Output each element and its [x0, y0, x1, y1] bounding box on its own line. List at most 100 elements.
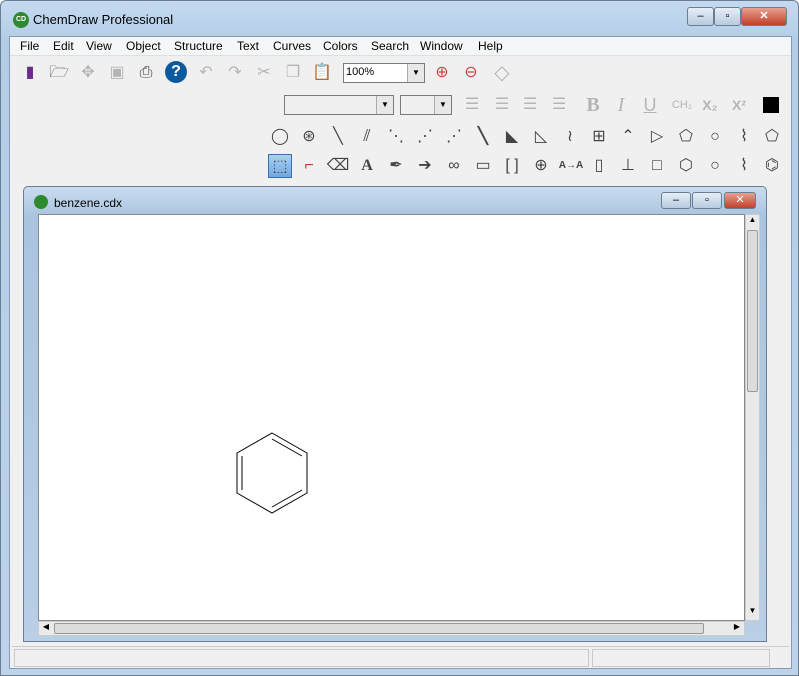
align-left-icon[interactable]: ☰ [460, 93, 484, 117]
bold-bond-icon[interactable]: ╲ [471, 125, 495, 149]
undo-icon[interactable]: ↶ [194, 61, 218, 85]
horizontal-scrollbar[interactable]: ◀ ▶ [38, 621, 745, 636]
menu-edit[interactable]: Edit [53, 39, 74, 53]
paste-icon[interactable]: 📋 [310, 61, 334, 85]
dashed-bond-icon[interactable]: ⋱ [384, 125, 408, 149]
color-swatch[interactable] [763, 97, 779, 113]
template-icon[interactable]: ✥ [76, 61, 100, 85]
client-area: File Edit View Object Structure Text Cur… [9, 36, 792, 669]
brackets-icon[interactable]: [ ] [500, 154, 524, 178]
menu-file[interactable]: File [20, 39, 39, 53]
tlc-plate-icon[interactable]: ▯ [587, 154, 611, 178]
scroll-left-icon[interactable]: ◀ [39, 622, 53, 631]
minimize-button[interactable]: – [687, 7, 714, 26]
scroll-right-icon[interactable]: ▶ [730, 622, 744, 631]
scroll-down-icon[interactable]: ▼ [746, 606, 759, 620]
vertical-scrollbar[interactable]: ▲ ▼ [745, 214, 760, 621]
cyclopentadiene-icon[interactable]: ⬠ [760, 125, 784, 149]
structure-perspective-icon[interactable]: ⊛ [297, 125, 321, 149]
doc-maximize-button[interactable]: ▫ [692, 192, 722, 209]
hollow-wedge-bond-icon[interactable]: ◺ [529, 125, 553, 149]
copy-icon[interactable]: ❐ [281, 61, 305, 85]
drawing-canvas[interactable] [38, 214, 745, 621]
cyclopropane-icon[interactable]: ▷ [645, 125, 669, 149]
superscript-button[interactable]: X² [727, 93, 751, 117]
new-document-icon[interactable]: ▮ [18, 61, 42, 85]
menu-curves[interactable]: Curves [273, 39, 311, 53]
cyclohexane-boat-icon[interactable]: ⌇ [732, 154, 756, 178]
save-icon[interactable]: ▣ [105, 61, 129, 85]
hashed-wedge-bond-icon[interactable]: ⋰ [442, 125, 466, 149]
mass-fragmentation-icon[interactable]: ⌐ [297, 154, 321, 178]
justify-icon[interactable]: ☰ [547, 93, 571, 117]
horizontal-scroll-thumb[interactable] [54, 623, 704, 634]
table-icon[interactable]: ⊞ [587, 125, 611, 149]
doc-close-button[interactable]: ✕ [724, 192, 756, 209]
benzene-icon[interactable]: ⌬ [760, 154, 784, 178]
maximize-button[interactable]: ▫ [714, 7, 741, 26]
menu-help[interactable]: Help [478, 39, 503, 53]
close-button[interactable]: ✕ [741, 7, 787, 26]
doc-minimize-button[interactable]: – [661, 192, 691, 209]
menu-colors[interactable]: Colors [323, 39, 358, 53]
benzene-structure[interactable] [39, 215, 746, 622]
arrow-tool-icon[interactable]: ➔ [413, 154, 437, 178]
hashed-bond-icon[interactable]: ⋰ [413, 125, 437, 149]
menu-bar: File Edit View Object Structure Text Cur… [10, 37, 791, 56]
bold-button[interactable]: B [581, 93, 605, 117]
subscript-button[interactable]: X₂ [698, 93, 722, 117]
italic-button[interactable]: I [609, 93, 633, 117]
wavy-bond-icon[interactable]: ≀ [558, 125, 582, 149]
align-right-icon[interactable]: ☰ [518, 93, 542, 117]
cyclohexane-icon[interactable]: ⬡ [674, 154, 698, 178]
pen-tool-icon[interactable]: ✒ [384, 154, 408, 178]
status-bar [12, 646, 789, 668]
eraser-icon[interactable]: ⌫ [326, 154, 350, 178]
font-select[interactable]: ▼ [284, 95, 394, 115]
formula-button[interactable]: CH₂ [668, 93, 696, 117]
chemdraw-app-icon: CD [13, 12, 29, 28]
align-center-icon[interactable]: ☰ [490, 93, 514, 117]
fit-view-icon[interactable]: ◇ [490, 61, 514, 85]
cyclooctane-icon[interactable]: ○ [703, 154, 727, 178]
drawing-elements-icon[interactable]: ▭ [471, 154, 495, 178]
chemical-symbols-icon[interactable]: ⊕ [529, 154, 553, 178]
menu-window[interactable]: Window [420, 39, 463, 53]
zoom-in-icon[interactable]: ⊕ [430, 61, 454, 85]
cut-icon[interactable]: ✂ [252, 61, 276, 85]
menu-view[interactable]: View [86, 39, 112, 53]
document-window: benzene.cdx – ▫ ✕ ▲ ▼ ◀ ▶ [23, 186, 767, 642]
print-icon[interactable]: ⎙ [134, 61, 158, 85]
help-icon[interactable]: ? [165, 61, 187, 83]
marquee-select-icon[interactable]: ⬚ [268, 154, 292, 178]
text-tool-icon[interactable]: A [355, 154, 379, 178]
solid-bond-icon[interactable]: ╲ [326, 125, 350, 149]
lasso-icon[interactable]: ◯ [268, 125, 292, 149]
chain-icon[interactable]: ⌃ [616, 125, 640, 149]
chevron-down-icon: ▼ [434, 96, 451, 114]
wedge-bond-icon[interactable]: ◣ [500, 125, 524, 149]
menu-text[interactable]: Text [237, 39, 259, 53]
menu-search[interactable]: Search [371, 39, 409, 53]
scroll-up-icon[interactable]: ▲ [746, 215, 759, 229]
menu-structure[interactable]: Structure [174, 39, 223, 53]
templates-stamp-icon[interactable]: ⊥ [616, 154, 640, 178]
main-window: CD ChemDraw Professional – ▫ ✕ File Edit… [0, 0, 799, 676]
status-pane-main [14, 649, 589, 667]
cyclobutane-icon[interactable]: □ [645, 154, 669, 178]
atom-map-icon[interactable]: A→A [556, 154, 586, 178]
redo-icon[interactable]: ↷ [223, 61, 247, 85]
underline-button[interactable]: U [638, 93, 662, 117]
document-title: benzene.cdx [54, 196, 123, 210]
multiple-bond-icon[interactable]: ⫽ [355, 125, 379, 149]
orbital-icon[interactable]: ∞ [442, 154, 466, 178]
cyclopentane-icon[interactable]: ⬠ [674, 125, 698, 149]
font-size-select[interactable]: ▼ [400, 95, 452, 115]
open-icon[interactable]: 🗁 [47, 61, 71, 85]
zoom-select[interactable]: 100% ▼ [343, 63, 425, 83]
zoom-out-icon[interactable]: ⊖ [459, 61, 483, 85]
cycloheptane-icon[interactable]: ○ [703, 125, 727, 149]
cyclohexane-chair-icon[interactable]: ⌇ [732, 125, 756, 149]
vertical-scroll-thumb[interactable] [747, 230, 758, 392]
menu-object[interactable]: Object [126, 39, 161, 53]
